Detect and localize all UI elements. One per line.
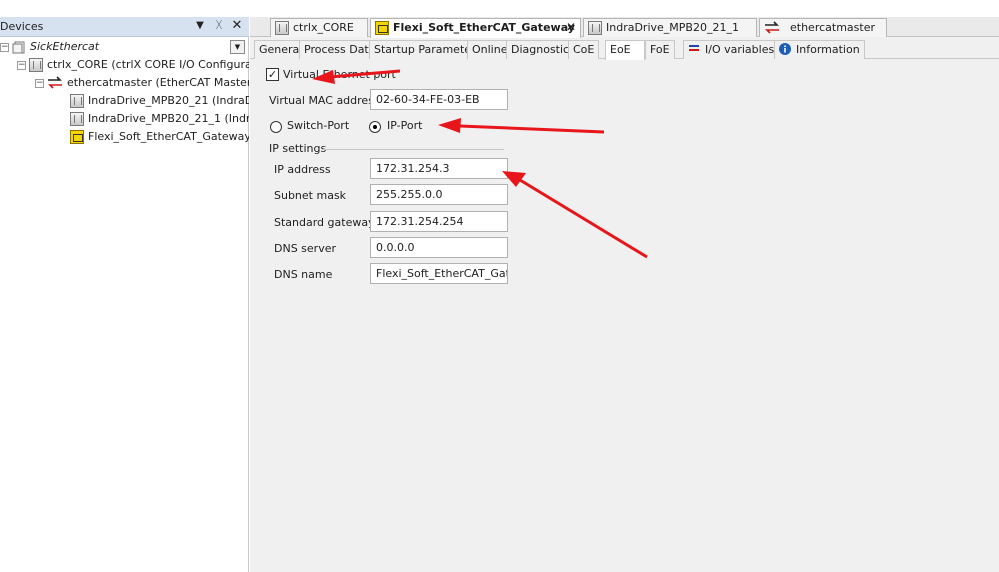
tree-item-label: ethercatmaster (EtherCAT Master): [67, 76, 249, 89]
virtual-ethernet-port-label: Virtual Ethernet port: [283, 68, 396, 81]
ethercat-master-icon: [47, 76, 63, 90]
tab-label: I/O variables: [705, 43, 775, 56]
ip-settings-title: IP settings: [269, 142, 327, 155]
tab-label: IndraDrive_MPB20_21_1: [606, 21, 739, 34]
collapse-icon[interactable]: −: [35, 78, 44, 88]
ip-port-radio[interactable]: [369, 121, 381, 133]
tab-io-variables[interactable]: I/O variables: [683, 40, 780, 59]
eoe-settings-panel: ✓ Virtual Ethernet port Virtual MAC addr…: [250, 60, 999, 572]
io-variables-icon: [688, 43, 700, 55]
tab-indradrive-21-1[interactable]: IndraDrive_MPB20_21_1: [583, 18, 757, 37]
pin-icon[interactable]: ᚷ: [212, 19, 226, 33]
tab-foe[interactable]: FoE: [645, 40, 675, 59]
tab-ctrlx-core[interactable]: ctrlx_CORE: [270, 18, 368, 37]
close-icon[interactable]: ✕: [230, 19, 244, 33]
tree-item-indradrive-21[interactable]: IndraDrive_MPB20_21 (IndraDrive MPB20): [70, 92, 249, 110]
document-tab-strip: ctrlx_CORE Flexi_Soft_EtherCAT_Gateway ✕…: [250, 17, 999, 38]
devices-pane-title: Devices: [0, 20, 44, 33]
standard-gateway-field[interactable]: 172.31.254.254: [370, 211, 508, 232]
standard-gateway-label: Standard gateway: [274, 216, 375, 229]
project-icon: [12, 40, 26, 54]
ip-port-label: IP-Port: [387, 119, 423, 132]
virtual-mac-field[interactable]: 02-60-34-FE-03-EB: [370, 89, 508, 110]
tab-label: ethercatmaster: [790, 21, 875, 34]
subnet-mask-label: Subnet mask: [274, 189, 347, 202]
device-icon: [275, 21, 289, 35]
dns-name-label: DNS name: [274, 268, 333, 281]
top-toolbar-strip: [0, 0, 999, 17]
devices-pane-header: Devices ▼ ᚷ ✕: [0, 17, 249, 37]
virtual-ethernet-port-checkbox[interactable]: ✓: [266, 68, 279, 81]
tree-item-label: SickEthercat: [30, 40, 100, 53]
tab-flexi-soft-gateway[interactable]: Flexi_Soft_EtherCAT_Gateway ✕: [370, 18, 581, 38]
virtual-mac-label: Virtual MAC address: [269, 94, 380, 107]
tree-item-label: IndraDrive_MPB20_21 (IndraDrive MPB20): [88, 94, 249, 107]
gateway-icon: [70, 130, 84, 144]
info-icon: [779, 43, 791, 55]
dns-server-field[interactable]: 0.0.0.0: [370, 237, 508, 258]
editor-sub-tabs: General Process Data Startup Parameters …: [250, 38, 999, 60]
gateway-icon: [375, 21, 389, 35]
subnet-mask-field[interactable]: 255.255.0.0: [370, 184, 508, 205]
tree-item-label: IndraDrive_MPB20_21_1 (IndraDrive MPB20): [88, 112, 249, 125]
ip-address-field[interactable]: 172.31.254.3: [370, 158, 508, 179]
device-icon: [70, 112, 84, 126]
device-icon: [588, 21, 602, 35]
chevron-down-icon[interactable]: ▼: [193, 19, 207, 33]
close-tab-icon[interactable]: ✕: [566, 19, 576, 36]
tab-ethercatmaster[interactable]: ethercatmaster: [759, 18, 887, 37]
device-editor: ctrlx_CORE Flexi_Soft_EtherCAT_Gateway ✕…: [250, 17, 999, 572]
device-icon: [70, 94, 84, 108]
tree-item-label: Flexi_Soft_EtherCAT_Gateway (Flexi Soft …: [88, 130, 249, 143]
collapse-icon[interactable]: −: [0, 42, 9, 52]
ip-settings-separator: [322, 149, 504, 150]
tree-item-label: ctrlx_CORE (ctrlX CORE I/O Configuration…: [47, 58, 249, 71]
tab-eoe[interactable]: EoE: [605, 40, 645, 60]
collapse-icon[interactable]: −: [17, 60, 26, 70]
tree-item-indradrive-21-1[interactable]: IndraDrive_MPB20_21_1 (IndraDrive MPB20): [70, 110, 249, 128]
dns-name-field[interactable]: Flexi_Soft_EtherCAT_Gateway: [370, 263, 508, 284]
tab-information[interactable]: Information: [774, 40, 865, 59]
devices-pane: Devices ▼ ᚷ ✕ ▼ − SickEthercat − ctrlx_CO…: [0, 17, 249, 572]
tab-label: Flexi_Soft_EtherCAT_Gateway: [393, 21, 575, 34]
device-icon: [29, 58, 43, 72]
tree-item-flexi-soft-gateway[interactable]: Flexi_Soft_EtherCAT_Gateway (Flexi Soft …: [70, 128, 249, 146]
ip-address-label: IP address: [274, 163, 331, 176]
switch-port-label: Switch-Port: [287, 119, 350, 132]
switch-port-radio[interactable]: [270, 121, 282, 133]
tree-item-ctrlx-core[interactable]: − ctrlx_CORE (ctrlX CORE I/O Configuratio…: [17, 56, 249, 74]
tree-dropdown-button[interactable]: ▼: [230, 40, 245, 54]
tree-item-ethercatmaster[interactable]: − ethercatmaster (EtherCAT Master): [35, 74, 249, 92]
tab-label: Information: [796, 43, 860, 56]
dns-server-label: DNS server: [274, 242, 336, 255]
ethercat-master-icon: [764, 21, 779, 35]
tab-label: ctrlx_CORE: [293, 21, 354, 34]
tab-coe[interactable]: CoE: [568, 40, 600, 59]
tree-item-project[interactable]: − SickEthercat: [0, 38, 228, 56]
